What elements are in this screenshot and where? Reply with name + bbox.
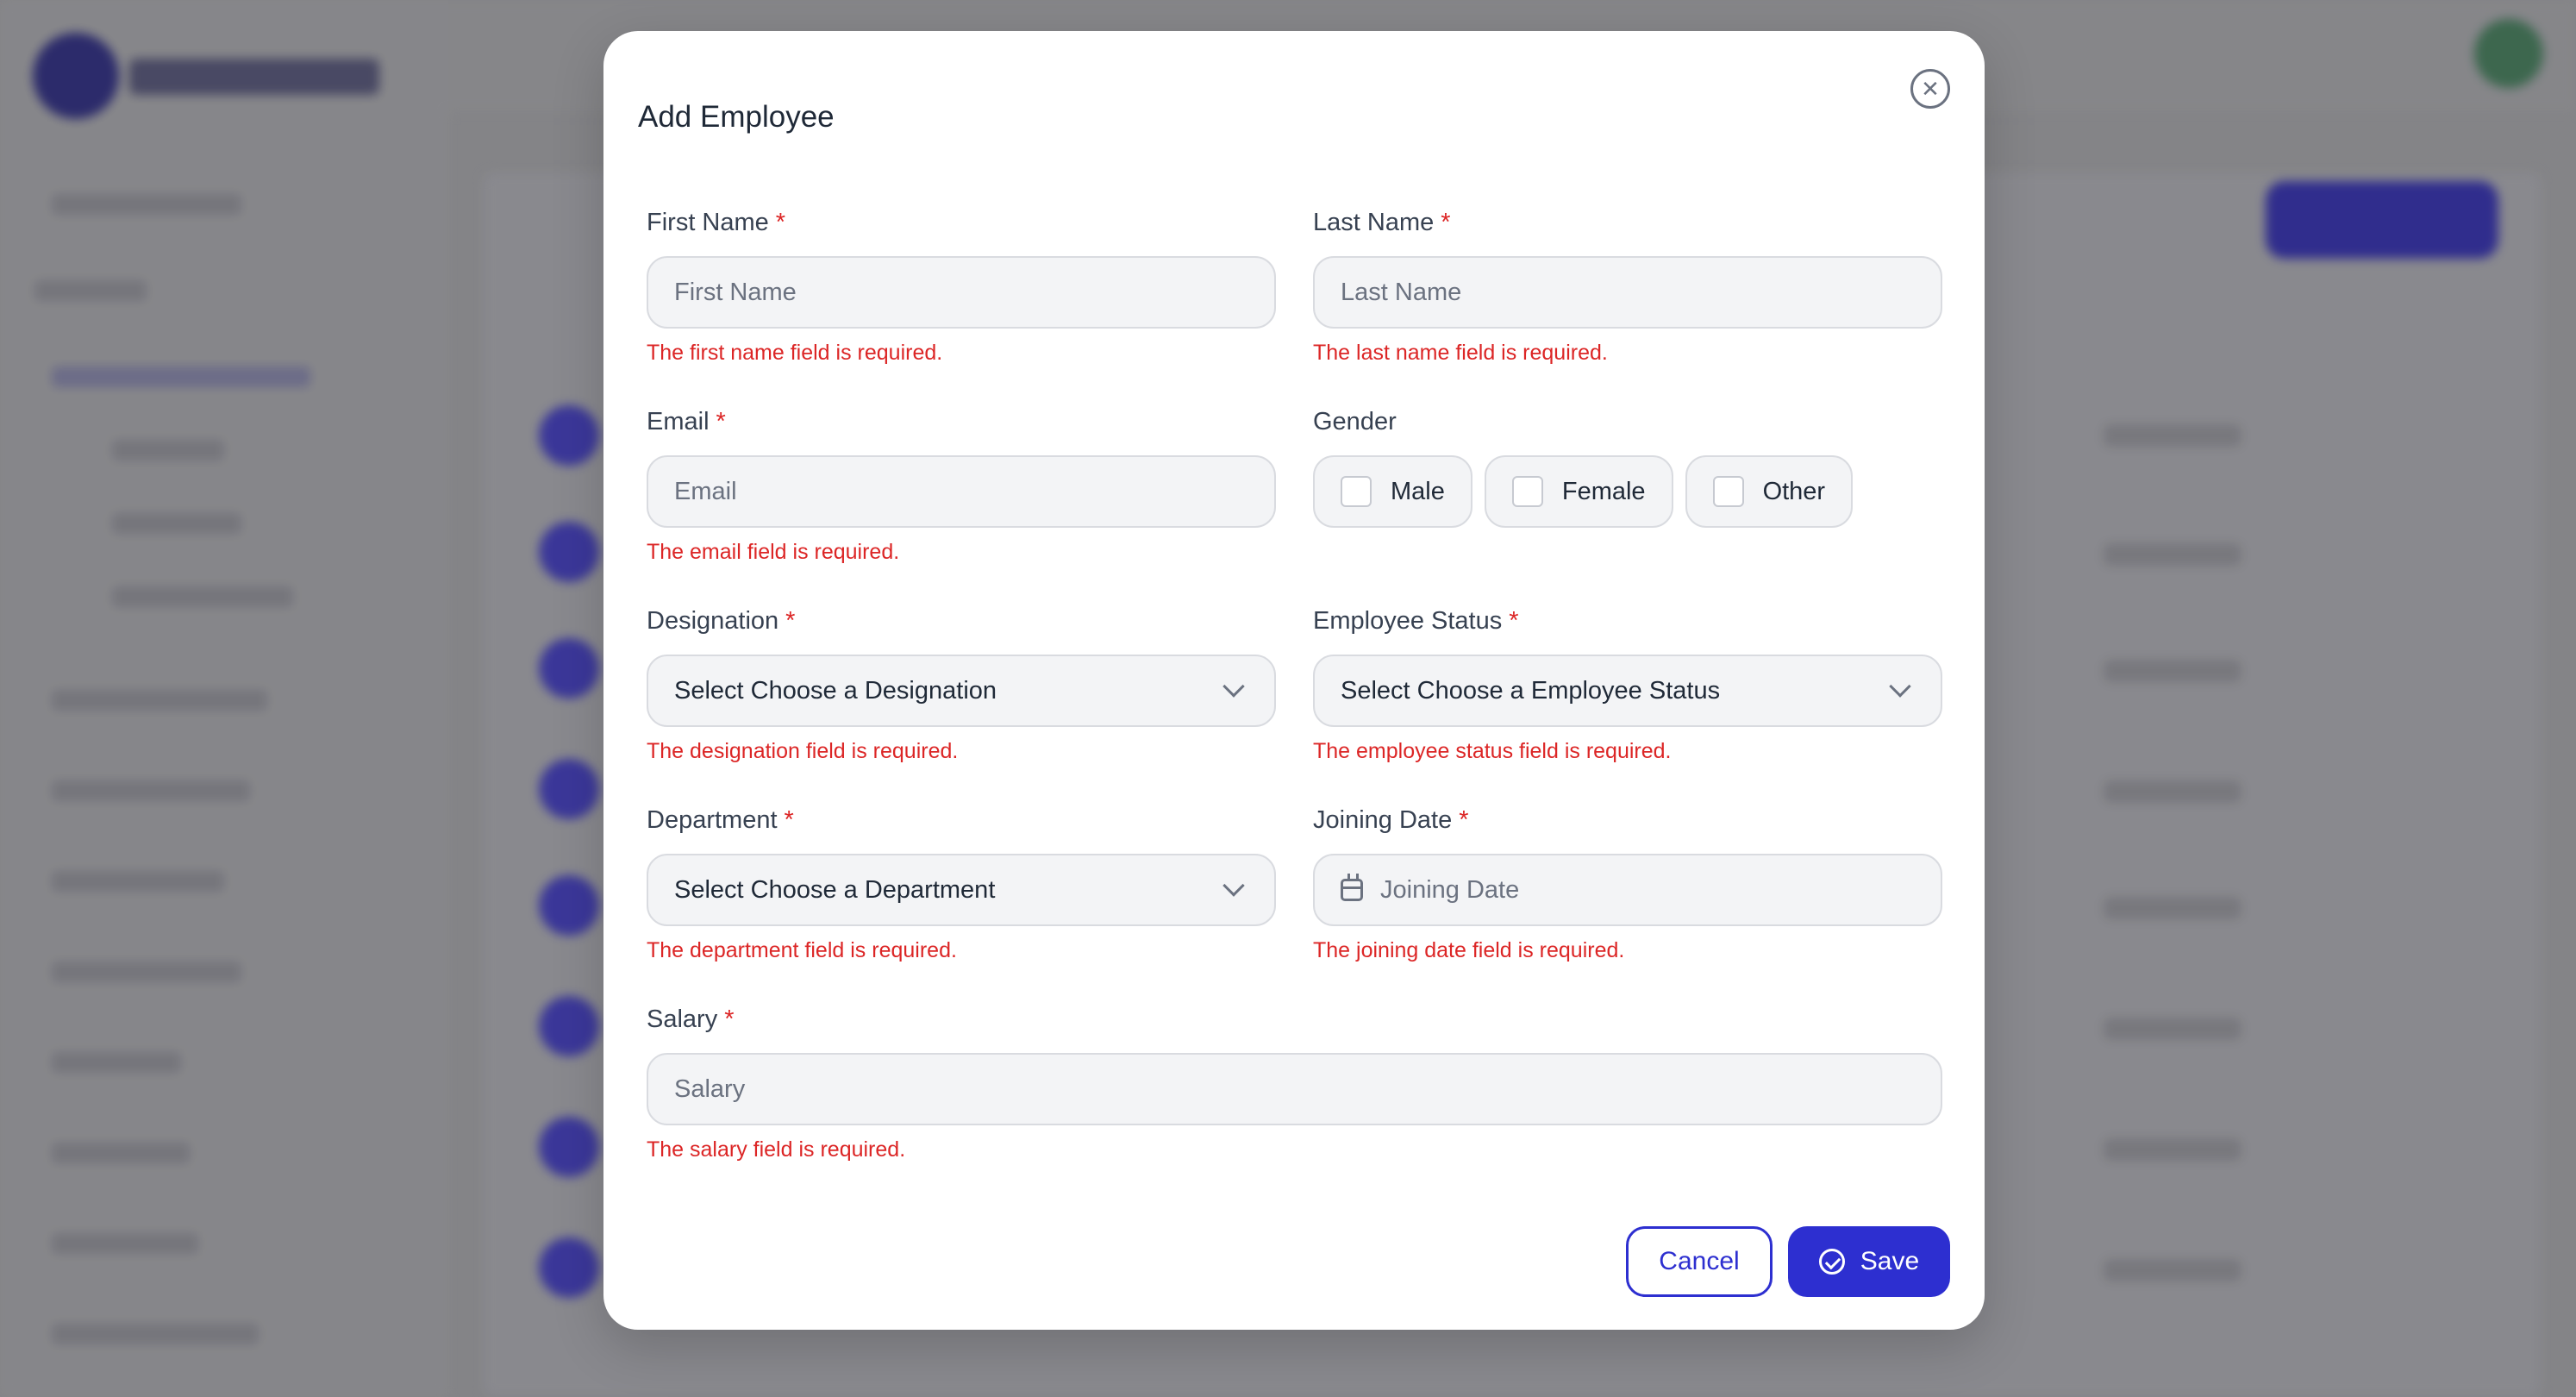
joining-date-input[interactable]: Joining Date <box>1313 854 1942 926</box>
check-circle-icon <box>1818 1249 1845 1275</box>
other-checkbox[interactable] <box>1712 476 1744 507</box>
required-mark: * <box>716 408 726 435</box>
first-name-label: First Name * <box>647 209 786 236</box>
calendar-icon <box>1341 874 1363 901</box>
required-mark: * <box>1459 806 1469 834</box>
email-field: Email * Email The email field is required… <box>647 404 1276 565</box>
first-name-field: First Name * First Name The first name fi… <box>647 205 1276 366</box>
email-label: Email * <box>647 408 726 435</box>
required-mark: * <box>784 806 794 834</box>
gender-option-male[interactable]: Male <box>1313 455 1472 528</box>
gender-label: Gender <box>1313 408 1397 435</box>
email-input[interactable]: Email <box>647 455 1276 528</box>
gender-options: Male Female Other <box>1313 455 1942 528</box>
salary-field: Salary * Salary The salary field is requi… <box>647 1002 1942 1162</box>
chevron-down-icon <box>1889 675 1911 698</box>
male-checkbox[interactable] <box>1341 476 1372 507</box>
required-mark: * <box>1509 607 1519 635</box>
required-mark: * <box>724 1005 735 1033</box>
first-name-input[interactable]: First Name <box>647 256 1276 329</box>
employee-status-field: Employee Status * Select Choose a Employe… <box>1313 604 1942 764</box>
department-label: Department * <box>647 806 794 834</box>
department-select[interactable]: Select Choose a Department <box>647 854 1276 926</box>
designation-field: Designation * Select Choose a Designation… <box>647 604 1276 764</box>
gender-option-female[interactable]: Female <box>1484 455 1673 528</box>
joining-date-error: The joining date field is required. <box>1313 938 1625 962</box>
modal-title: Add Employee <box>638 100 835 134</box>
designation-label: Designation * <box>647 607 796 635</box>
gender-option-other[interactable]: Other <box>1685 455 1854 528</box>
required-mark: * <box>1441 209 1451 236</box>
required-mark: * <box>775 209 786 236</box>
designation-error: The designation field is required. <box>647 739 959 763</box>
salary-error: The salary field is required. <box>647 1137 906 1162</box>
close-icon[interactable]: ✕ <box>1910 69 1950 109</box>
save-button-label: Save <box>1860 1247 1920 1275</box>
salary-input[interactable]: Salary <box>647 1053 1942 1125</box>
last-name-label: Last Name * <box>1313 209 1451 236</box>
salary-label: Salary * <box>647 1005 735 1033</box>
department-field: Department * Select Choose a Department T… <box>647 803 1276 963</box>
employee-status-label: Employee Status * <box>1313 607 1519 635</box>
cancel-button[interactable]: Cancel <box>1626 1226 1773 1297</box>
department-error: The department field is required. <box>647 938 957 962</box>
last-name-error: The last name field is required. <box>1313 341 1608 365</box>
joining-date-field: Joining Date * Joining Date The joining d… <box>1313 803 1942 963</box>
save-button[interactable]: Save <box>1788 1226 1950 1297</box>
required-mark: * <box>785 607 796 635</box>
chevron-down-icon <box>1222 874 1245 897</box>
last-name-field: Last Name * Last Name The last name field… <box>1313 205 1942 366</box>
last-name-input[interactable]: Last Name <box>1313 256 1942 329</box>
first-name-error: The first name field is required. <box>647 341 943 365</box>
employee-status-select[interactable]: Select Choose a Employee Status <box>1313 655 1942 727</box>
designation-select[interactable]: Select Choose a Designation <box>647 655 1276 727</box>
joining-date-label: Joining Date * <box>1313 806 1469 834</box>
chevron-down-icon <box>1222 675 1245 698</box>
gender-field: Gender Male Female Other <box>1313 404 1942 528</box>
employee-status-error: The employee status field is required. <box>1313 739 1672 763</box>
female-checkbox[interactable] <box>1511 476 1543 507</box>
email-error: The email field is required. <box>647 540 900 564</box>
add-employee-modal: Add Employee ✕ First Name * First Name Th… <box>603 31 1985 1330</box>
